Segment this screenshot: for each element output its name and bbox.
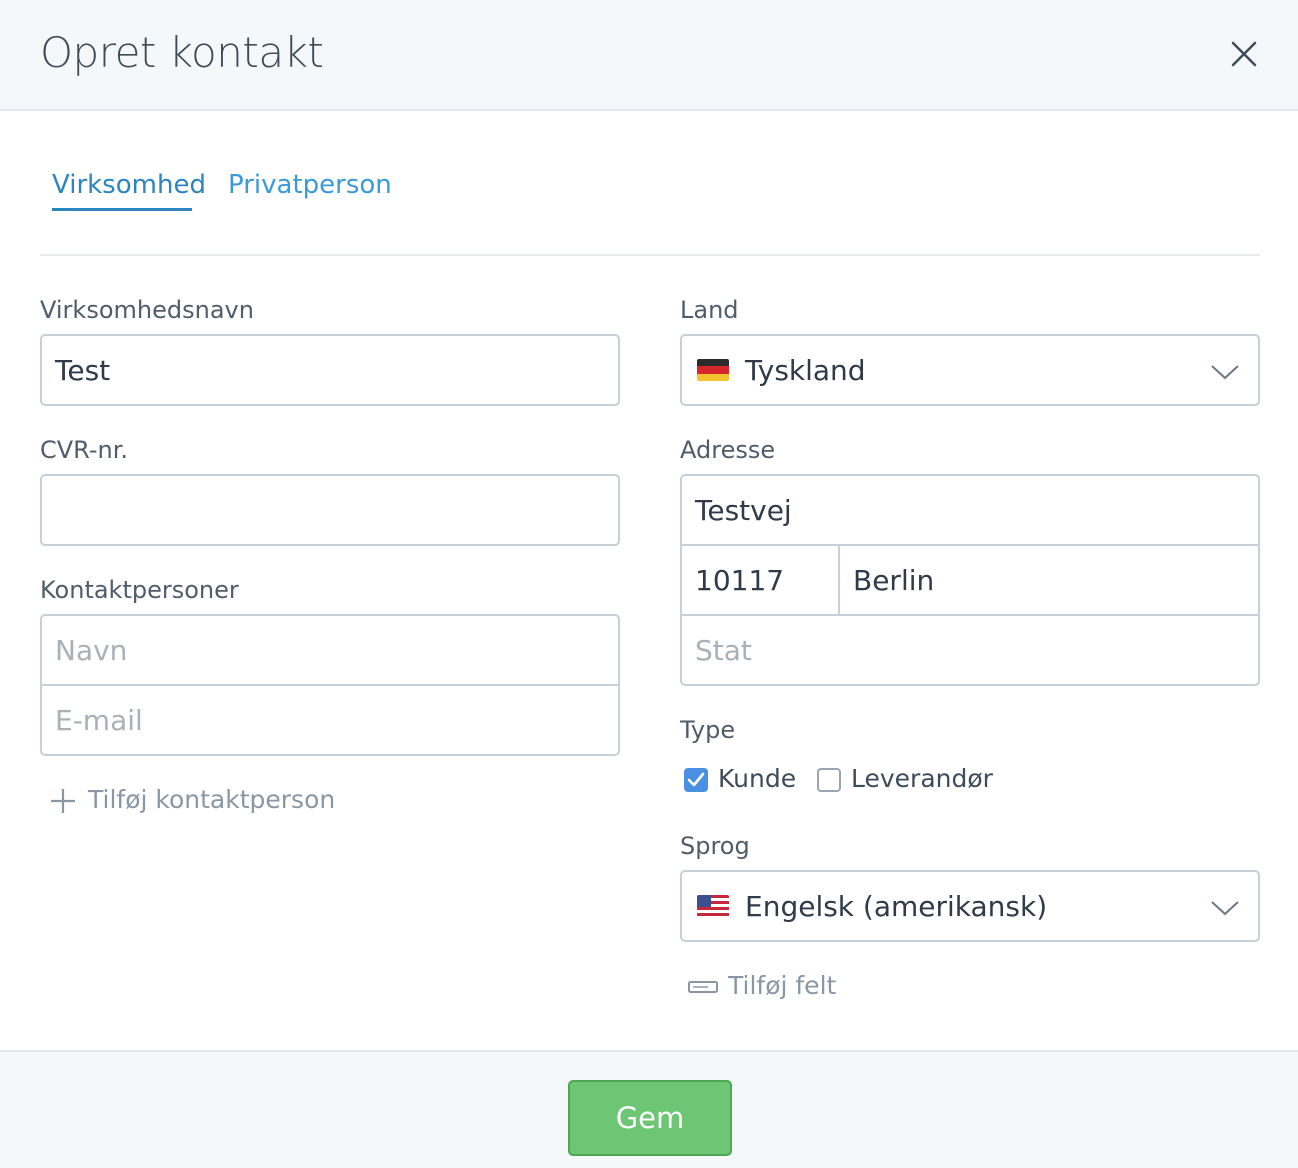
modal-title: Opret kontakt bbox=[40, 28, 324, 77]
modal-header: Opret kontakt bbox=[0, 0, 1298, 111]
chevron-down-icon bbox=[1211, 365, 1239, 380]
add-contact-person-label: Tilføj kontaktperson bbox=[88, 785, 336, 814]
divider bbox=[838, 546, 840, 616]
address-label: Adresse bbox=[680, 436, 776, 464]
add-field-button[interactable]: Tilføj felt bbox=[688, 970, 848, 1004]
tab-privatperson[interactable]: Privatperson bbox=[228, 170, 392, 200]
contact-person-group: Navn E-mail bbox=[40, 614, 620, 756]
kunde-checkbox[interactable] bbox=[684, 768, 708, 792]
input-field-icon bbox=[688, 981, 718, 993]
germany-flag-icon bbox=[697, 359, 729, 381]
country-select[interactable]: Tyskland bbox=[680, 334, 1260, 406]
cvr-label: CVR-nr. bbox=[40, 436, 129, 464]
chevron-down-icon bbox=[1211, 901, 1239, 916]
add-contact-person-button[interactable]: Tilføj kontaktperson bbox=[48, 784, 338, 818]
usa-flag-icon bbox=[697, 895, 729, 917]
close-icon[interactable] bbox=[1226, 36, 1262, 72]
address-group: Testvej 10117 Berlin Stat bbox=[680, 474, 1260, 686]
contact-email-input[interactable]: E-mail bbox=[55, 704, 143, 737]
add-field-label: Tilføj felt bbox=[728, 971, 837, 1000]
cvr-input[interactable] bbox=[40, 474, 620, 546]
active-tab-indicator bbox=[52, 208, 192, 211]
divider bbox=[682, 544, 1258, 546]
checkmark-icon bbox=[687, 772, 705, 787]
save-button[interactable]: Gem bbox=[568, 1080, 732, 1156]
street-input[interactable]: Testvej bbox=[695, 494, 792, 527]
company-name-label: Virksomhedsnavn bbox=[40, 296, 254, 324]
country-value: Tyskland bbox=[745, 354, 866, 387]
contacts-label: Kontaktpersoner bbox=[40, 576, 239, 604]
tab-virksomhed[interactable]: Virksomhed bbox=[52, 170, 206, 200]
contact-name-input[interactable]: Navn bbox=[55, 634, 127, 667]
contact-type-tabs: Virksomhed Privatperson bbox=[40, 170, 1260, 256]
company-name-input[interactable]: Test bbox=[40, 334, 620, 406]
language-label: Sprog bbox=[680, 832, 750, 860]
language-value: Engelsk (amerikansk) bbox=[745, 890, 1048, 923]
divider bbox=[42, 684, 618, 686]
company-name-value: Test bbox=[55, 354, 111, 387]
leverandor-checkbox[interactable] bbox=[817, 768, 841, 792]
leverandor-label[interactable]: Leverandør bbox=[851, 764, 993, 793]
country-label: Land bbox=[680, 296, 739, 324]
divider bbox=[682, 614, 1258, 616]
language-select[interactable]: Engelsk (amerikansk) bbox=[680, 870, 1260, 942]
state-input[interactable]: Stat bbox=[695, 634, 752, 667]
plus-icon bbox=[51, 789, 75, 813]
type-label: Type bbox=[680, 716, 736, 744]
kunde-label[interactable]: Kunde bbox=[718, 764, 796, 793]
zip-input[interactable]: 10117 bbox=[695, 564, 784, 597]
city-input[interactable]: Berlin bbox=[853, 564, 934, 597]
